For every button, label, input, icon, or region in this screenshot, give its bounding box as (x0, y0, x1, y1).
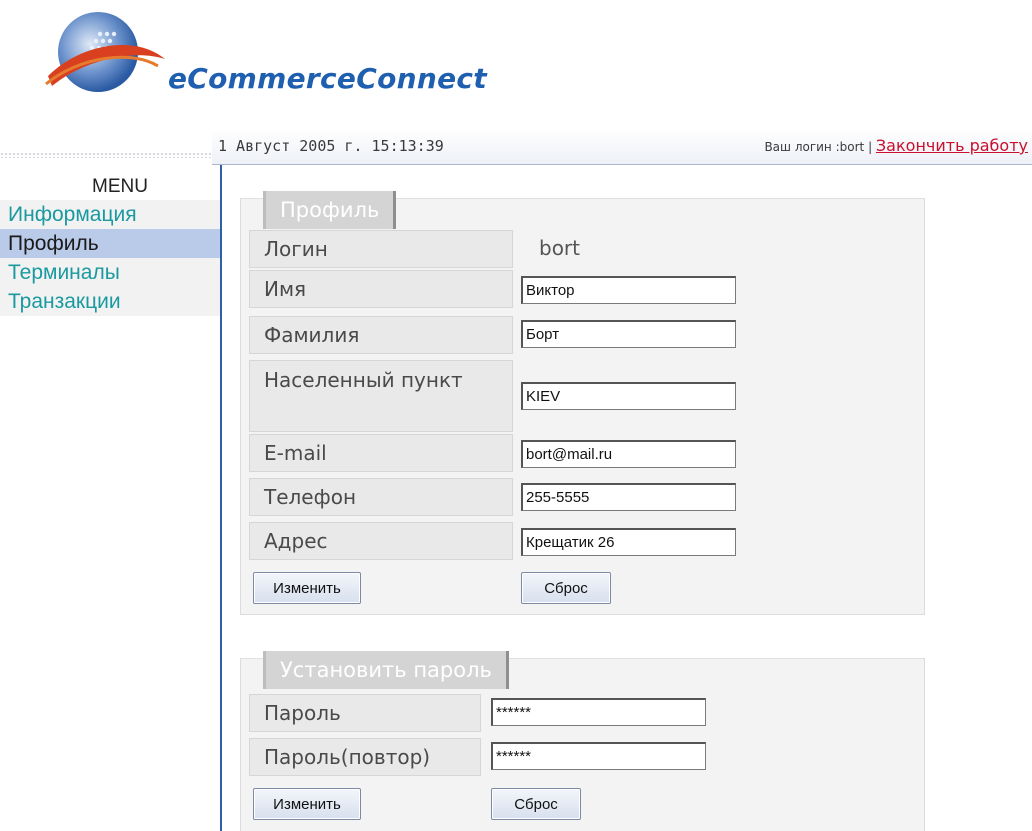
sidebar-item-info[interactable]: Информация (0, 200, 220, 229)
sidebar-item-transactions[interactable]: Транзакции (0, 287, 220, 316)
profile-panel: Профиль Логин bort Имя Фамилия Населенны… (240, 191, 925, 615)
email-input[interactable] (521, 440, 736, 468)
profile-panel-title: Профиль (263, 191, 397, 229)
current-datetime: 1 Август 2005 г. 15:13:39 (218, 137, 444, 155)
menu-title: MENU (92, 176, 148, 197)
field-label-first-name: Имя (249, 270, 513, 308)
field-label-last-name: Фамилия (249, 316, 513, 354)
login-value: bort (539, 236, 580, 260)
field-label-password: Пароль (249, 694, 481, 732)
globe-logo-icon (45, 12, 165, 92)
logout-link[interactable]: Закончить работу (876, 136, 1028, 155)
address-input[interactable] (521, 528, 736, 556)
profile-change-button[interactable]: Изменить (253, 572, 361, 604)
user-info: Ваш логин :bort | Закончить работу (764, 136, 1028, 155)
sidebar-item-profile[interactable]: Профиль (0, 229, 220, 258)
field-label-city: Населенный пункт (249, 360, 513, 432)
password-input[interactable] (491, 698, 706, 726)
dotted-divider (0, 152, 212, 158)
login-prefix: Ваш логин : (764, 140, 840, 154)
field-label-address: Адрес (249, 522, 513, 560)
login-user: bort (839, 140, 865, 154)
field-label-phone: Телефон (249, 478, 513, 516)
profile-reset-button[interactable]: Сброс (521, 572, 611, 604)
last-name-input[interactable] (521, 320, 736, 348)
field-label-password-repeat: Пароль(повтор) (249, 738, 481, 776)
sidebar-menu: MENU Информация Профиль Терминалы Транза… (0, 174, 220, 316)
logo: eCommerceConnect (40, 4, 500, 116)
field-label-login: Логин (249, 230, 513, 268)
phone-input[interactable] (521, 483, 736, 511)
content-divider-line (220, 165, 222, 831)
separator: | (864, 140, 876, 154)
password-repeat-input[interactable] (491, 742, 706, 770)
brand-name: eCommerceConnect (168, 62, 487, 95)
first-name-input[interactable] (521, 276, 736, 304)
password-reset-button[interactable]: Сброс (491, 788, 581, 820)
password-panel-title: Установить пароль (263, 651, 509, 689)
city-input[interactable] (521, 382, 736, 410)
password-panel: Установить пароль Пароль Пароль(повтор) … (240, 651, 925, 831)
field-label-email: E-mail (249, 434, 513, 472)
password-change-button[interactable]: Изменить (253, 788, 361, 820)
sidebar-item-terminals[interactable]: Терминалы (0, 258, 220, 287)
